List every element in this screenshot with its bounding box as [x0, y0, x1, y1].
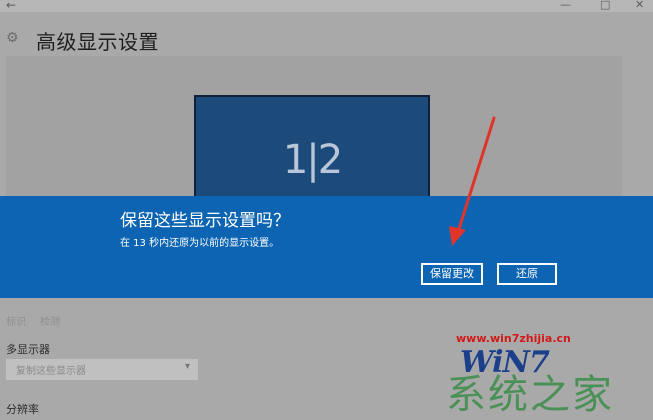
minimize-button[interactable]: —	[560, 0, 571, 11]
keep-settings-dialog: 保留这些显示设置吗？ 在 13 秒内还原为以前的显示设置。 保留更改 还原	[0, 196, 653, 298]
watermark-url: www.win7zhijia.cn	[456, 332, 571, 345]
close-button[interactable]: ✕	[635, 0, 644, 11]
chevron-down-icon: ▾	[184, 361, 190, 372]
watermark-subtitle: 系统之家	[446, 372, 614, 418]
multi-display-select[interactable]: 复制这些显示器 ▾	[6, 359, 198, 380]
dialog-title: 保留这些显示设置吗？	[120, 211, 290, 231]
multi-display-label: 多显示器	[6, 343, 50, 356]
dialog-message: 在 13 秒内还原为以前的显示设置。	[120, 238, 280, 249]
back-button[interactable]: ←	[6, 0, 16, 12]
gear-icon: ⚙	[6, 30, 19, 46]
keep-changes-button[interactable]: 保留更改	[421, 263, 483, 285]
detect-link[interactable]: 检测	[40, 313, 60, 328]
resolution-label: 分辨率	[6, 403, 39, 416]
page-title: 高级显示设置	[36, 30, 159, 54]
monitor-tile[interactable]: 1|2	[194, 95, 430, 205]
revert-button[interactable]: 还原	[497, 263, 557, 285]
identify-link[interactable]: 标识	[6, 313, 26, 328]
monitor-label: 1|2	[282, 137, 343, 183]
title-bar: ← — □ ✕	[0, 0, 653, 12]
multi-display-value: 复制这些显示器	[16, 366, 86, 377]
maximize-button[interactable]: □	[600, 0, 610, 11]
